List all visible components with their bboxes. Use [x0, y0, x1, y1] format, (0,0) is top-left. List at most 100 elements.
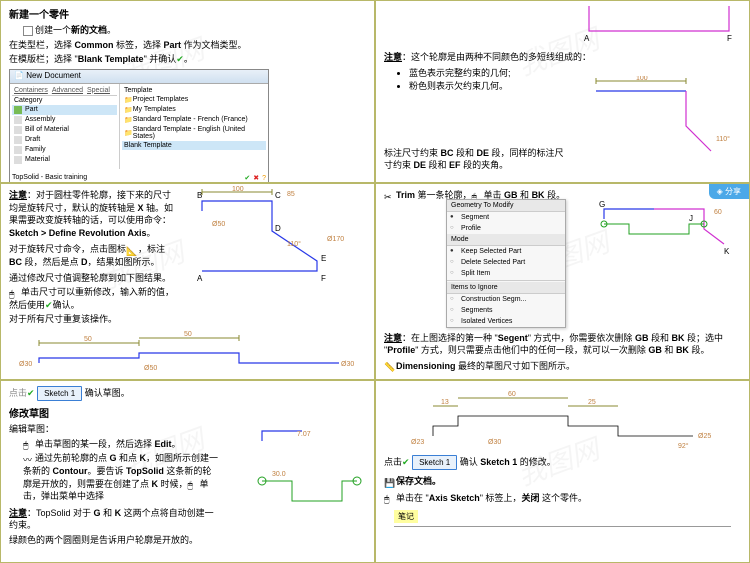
dialog-title: 📄 New Document — [10, 70, 268, 84]
cat-bom[interactable]: Bill of Material — [12, 125, 117, 135]
p-dim-bc-de: 标注尺寸约束 BC 段和 DE 段，同样的标注尺寸约束 DE 段和 EF 段的夹… — [384, 147, 564, 172]
svg-text:100: 100 — [636, 76, 648, 82]
dim-icon: 📏 — [384, 361, 394, 371]
svg-text:110°: 110° — [716, 135, 730, 143]
notes-area — [394, 526, 731, 546]
svg-text:30.0: 30.0 — [272, 471, 286, 478]
svg-text:Ø50: Ø50 — [212, 221, 225, 228]
h-new-part: 新建一个零件 — [9, 6, 366, 21]
p-rev-dim: 对于旋转尺寸命令，点击图标📐，标注 BC 段，然后是点 D，结果如图所示。 — [9, 243, 179, 268]
contour-icon: 〰 — [23, 454, 33, 464]
p-confirm-sketch1: 点击✔ Sketch 1 确认 Sketch 1 的修改。 — [384, 455, 741, 470]
trim-menu: Geometry To Modify Segment Profile Mode … — [446, 199, 566, 328]
p-confirm-sketch: 点击✔ Sketch 1 确认草图。 — [9, 386, 366, 401]
dialog-tabs[interactable]: ContainersAdvancedSpecial — [12, 86, 117, 96]
p-close: 🖱单击在 "Axis Sketch" 标签上，关闭 这个零件。 — [384, 492, 741, 505]
p-repeat: 对于所有尺寸重复该操作。 — [9, 313, 179, 326]
sketch-angle: 100 110° — [591, 76, 741, 156]
mi-cons[interactable]: Construction Segm... — [447, 294, 565, 305]
svg-text:G: G — [599, 200, 605, 209]
note-segment: 注意：在上图选择的第一种 "Segent" 方式中，你需要依次删除 GB 段和 … — [384, 332, 741, 357]
share-button[interactable]: ◈ 分享 — [709, 184, 749, 199]
mouse-icon: 🖱 — [384, 493, 394, 503]
profile-bottom: 50 50 Ø30 Ø50 Ø30 — [9, 328, 359, 373]
svg-text:F: F — [727, 34, 732, 41]
svg-text:K: K — [724, 247, 730, 256]
sketch-abcdef: ABC DEF 100 85 Ø50Ø170 110° — [187, 186, 372, 286]
check-icon: ✔ — [45, 300, 53, 310]
p-create-doc: 创建一个新的文档。 — [9, 24, 366, 37]
trim-icon: ✂ — [384, 191, 394, 201]
p-dimensioning: 📏Dimensioning 最终的草图尺寸如下图所示。 — [384, 360, 741, 373]
mouse-icon: 🖱 — [9, 288, 19, 298]
svg-text:J: J — [689, 214, 693, 223]
mi-segment[interactable]: Segment — [447, 212, 565, 223]
svg-text:Ø50: Ø50 — [144, 365, 157, 372]
mi-profile[interactable]: Profile — [447, 223, 565, 234]
doc-icon — [23, 26, 33, 36]
svg-text:Ø30: Ø30 — [488, 439, 501, 446]
sketch1-button[interactable]: Sketch 1 — [412, 455, 457, 470]
svg-text:E: E — [321, 254, 326, 263]
svg-text:100: 100 — [232, 186, 244, 193]
p-edit-dim: 🖱单击尺寸可以重新修改，输入新的值，然后使用✔确认。 — [9, 286, 179, 311]
p-contour: 〰通过先前轮廓的点 G 和点 K，如图所示创建一条新的 Contour。要告诉 … — [9, 452, 219, 502]
svg-text:7.07: 7.07 — [297, 431, 311, 438]
mi-seg[interactable]: Segments — [447, 305, 565, 316]
profile-final: 13 60 25 Ø23 Ø30 Ø25 92° — [393, 386, 733, 451]
note-rev: 注意：对于圆柱零件轮廓，接下来的尺寸均是旋转尺寸，默认的旋转轴是 X 轴。如果需… — [9, 189, 179, 239]
svg-text:Ø30: Ø30 — [341, 361, 354, 368]
cat-material[interactable]: Material — [12, 155, 117, 165]
cat-draft[interactable]: Draft — [12, 135, 117, 145]
svg-text:92°: 92° — [678, 442, 689, 450]
mouse-icon: 🖱 — [188, 479, 198, 489]
svg-text:60: 60 — [714, 209, 722, 216]
mi-split[interactable]: Split Item — [447, 268, 565, 279]
tpl-my[interactable]: 📁 My Templates — [122, 105, 266, 115]
svg-text:Ø30: Ø30 — [19, 361, 32, 368]
svg-text:85: 85 — [287, 191, 295, 198]
sketch1-button[interactable]: Sketch 1 — [37, 386, 82, 401]
svg-text:C: C — [275, 191, 281, 200]
mi-keep[interactable]: Keep Selected Part — [447, 246, 565, 257]
svg-text:50: 50 — [84, 336, 92, 343]
svg-text:60: 60 — [508, 391, 516, 398]
tpl-proj[interactable]: 📁 Project Templates — [122, 95, 266, 105]
tpl-blank[interactable]: Blank Template — [122, 141, 266, 150]
check-icon: ✔ — [402, 457, 410, 467]
mi-delete[interactable]: Delete Selected Part — [447, 257, 565, 268]
mouse-icon: 🖱 — [23, 439, 33, 449]
p-tpl: 在模版栏；选择 "Blank Template" 并确认✔。 — [9, 53, 366, 66]
svg-text:Ø23: Ø23 — [411, 439, 424, 446]
p-green-circles: 绿颜色的两个圆圈则是告诉用户轮廓是开放的。 — [9, 534, 219, 547]
svg-text:13: 13 — [441, 399, 449, 406]
svg-text:D: D — [275, 224, 281, 233]
sketch-gk-detail: 7.07 30.0 — [242, 421, 372, 531]
tpl-en[interactable]: 📁 Standard Template - English (United St… — [122, 125, 266, 141]
p-adjust: 通过修改尺寸值调整轮廓到如下图结果。 — [9, 272, 179, 285]
notes-label: 笔记 — [394, 510, 418, 523]
check-icon: ✔ — [27, 388, 35, 398]
cat-part[interactable]: Part — [12, 105, 117, 115]
dim-icon: 📐 — [126, 245, 136, 255]
tpl-fr[interactable]: 📁 Standard Template - French (France) — [122, 115, 266, 125]
sketch-gjk: G J K 60 — [594, 199, 744, 289]
new-doc-dialog: 📄 New Document ContainersAdvancedSpecial… — [9, 69, 269, 183]
p-cat: 在类型栏，选择 Common 标签，选择 Part 作为文档类型。 — [9, 39, 366, 52]
mi-iso[interactable]: Isolated Vertices — [447, 316, 565, 327]
svg-text:Ø25: Ø25 — [698, 433, 711, 440]
cat-family[interactable]: Family — [12, 145, 117, 155]
svg-text:F: F — [321, 274, 326, 283]
note-gk: 注意：TopSolid 对于 G 和 K 这两个点将自动创建一约束。 — [9, 507, 219, 532]
dialog-buttons[interactable]: ✔✖? — [241, 174, 266, 182]
save-icon: 💾 — [384, 477, 394, 487]
p-save: 💾保存文档。 — [384, 475, 741, 488]
cat-assembly[interactable]: Assembly — [12, 115, 117, 125]
h-edit-sketch: 修改草图 — [9, 405, 366, 420]
svg-text:50: 50 — [184, 331, 192, 338]
svg-text:Ø170: Ø170 — [327, 236, 344, 243]
svg-text:25: 25 — [588, 399, 596, 406]
svg-text:A: A — [197, 274, 203, 283]
svg-text:A: A — [584, 34, 590, 41]
note-colors: 注意：这个轮廓是由两种不同颜色的多短线组成的： — [384, 51, 741, 64]
